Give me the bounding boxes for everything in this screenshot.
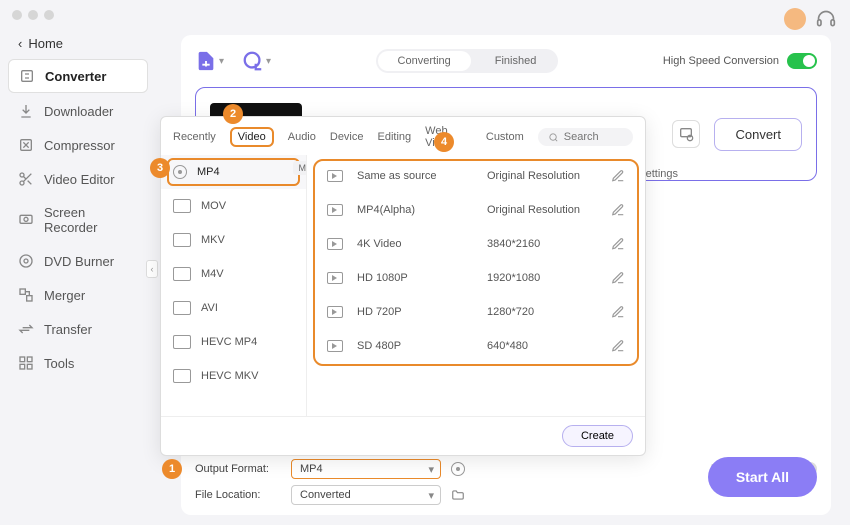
output-format-select[interactable]: MP4 [291, 459, 441, 479]
edit-icon[interactable] [611, 271, 625, 285]
start-all-button[interactable]: Start All [708, 457, 817, 497]
home-label: Home [28, 36, 63, 51]
format-icon [173, 335, 191, 349]
mp4-badge: MP4 [293, 161, 307, 175]
preset-icon [678, 126, 694, 142]
sidebar-collapse[interactable]: ‹ [146, 260, 158, 278]
support-icon[interactable] [816, 9, 836, 29]
edit-icon[interactable] [611, 339, 625, 353]
sidebar-item-converter[interactable]: Converter [8, 59, 148, 93]
converter-icon [19, 68, 35, 84]
callout-4: 4 [434, 132, 454, 152]
sidebar-item-merger[interactable]: Merger [8, 279, 148, 311]
chevron-down-icon: ▾ [266, 56, 271, 67]
format-icon [173, 301, 191, 315]
edit-icon[interactable] [611, 237, 625, 251]
resolution-480p[interactable]: SD 480P640*480 [313, 329, 639, 363]
add-url-button[interactable]: ▾ [242, 50, 271, 72]
add-file-button[interactable]: ▾ [195, 50, 224, 72]
convert-button[interactable]: Convert [714, 118, 802, 151]
window-controls[interactable] [12, 10, 54, 20]
format-mp4[interactable]: MP4MP4 [161, 155, 306, 189]
format-mov[interactable]: MOV [161, 189, 306, 223]
sidebar-item-compressor[interactable]: Compressor [8, 129, 148, 161]
target-icon [173, 165, 187, 179]
sidebar-item-screen-recorder[interactable]: Screen Recorder [8, 197, 148, 243]
compressor-icon [18, 137, 34, 153]
grid-icon [18, 355, 34, 371]
play-icon [327, 170, 343, 182]
tab-device[interactable]: Device [330, 131, 364, 143]
callout-2: 2 [223, 104, 243, 124]
play-icon [327, 306, 343, 318]
format-icon [173, 233, 191, 247]
format-hevc-mp4[interactable]: HEVC MP4 [161, 325, 306, 359]
edit-icon[interactable] [611, 305, 625, 319]
format-icon [173, 199, 191, 213]
format-hevc-mkv[interactable]: HEVC MKV [161, 359, 306, 393]
file-location-select[interactable]: Converted [291, 485, 441, 505]
format-popup: Recently Video Audio Device Editing Web … [160, 116, 646, 456]
high-speed-toggle[interactable] [787, 53, 817, 69]
format-icon [173, 267, 191, 281]
target-icon[interactable] [451, 462, 465, 476]
preset-settings-button[interactable] [672, 120, 700, 148]
sidebar-item-transfer[interactable]: Transfer [8, 313, 148, 345]
format-mkv[interactable]: MKV [161, 223, 306, 257]
segment-converting[interactable]: Converting [378, 51, 471, 71]
format-icon [173, 369, 191, 383]
chevron-down-icon: ▾ [219, 56, 224, 67]
format-m4v[interactable]: M4V [161, 257, 306, 291]
play-icon [327, 272, 343, 284]
chevron-left-icon: ‹ [18, 36, 22, 51]
edit-icon[interactable] [611, 203, 625, 217]
resolution-4k[interactable]: 4K Video3840*2160 [313, 227, 639, 261]
file-location-label: File Location: [195, 489, 281, 501]
resolution-1080p[interactable]: HD 1080P1920*1080 [313, 261, 639, 295]
edit-icon[interactable] [611, 169, 625, 183]
tab-custom[interactable]: Custom [486, 131, 524, 143]
play-icon [327, 340, 343, 352]
search-input[interactable] [564, 131, 623, 143]
format-avi[interactable]: AVI [161, 291, 306, 325]
disc-icon [18, 253, 34, 269]
tab-recently[interactable]: Recently [173, 131, 216, 143]
search-icon [548, 132, 559, 143]
create-button[interactable]: Create [562, 425, 633, 447]
scissors-icon [18, 171, 34, 187]
resolution-mp4-alpha[interactable]: MP4(Alpha)Original Resolution [313, 193, 639, 227]
format-list: MP4MP4 MOV MKV M4V AVI HEVC MP4 HEVC MKV [161, 155, 307, 416]
sidebar-item-video-editor[interactable]: Video Editor [8, 163, 148, 195]
transfer-icon [18, 321, 34, 337]
play-icon [327, 238, 343, 250]
recorder-icon [18, 212, 34, 228]
sidebar-item-tools[interactable]: Tools [8, 347, 148, 379]
sidebar: ‹ Home Converter Downloader Compressor V… [8, 30, 148, 379]
resolution-same-as-source[interactable]: Same as sourceOriginal Resolution [313, 159, 639, 193]
segment-finished[interactable]: Finished [473, 49, 559, 73]
output-format-label: Output Format: [195, 463, 281, 475]
resolution-720p[interactable]: HD 720P1280*720 [313, 295, 639, 329]
status-segment: Converting Finished [376, 49, 559, 73]
avatar[interactable] [784, 8, 806, 30]
tab-audio[interactable]: Audio [288, 131, 316, 143]
back-home[interactable]: ‹ Home [8, 30, 148, 57]
high-speed-toggle-row: High Speed Conversion [663, 53, 817, 69]
popup-search[interactable] [538, 128, 633, 146]
tab-editing[interactable]: Editing [378, 131, 412, 143]
download-icon [18, 103, 34, 119]
sidebar-item-downloader[interactable]: Downloader [8, 95, 148, 127]
resolution-list: Same as sourceOriginal Resolution MP4(Al… [307, 155, 645, 416]
callout-3: 3 [150, 158, 170, 178]
callout-1: 1 [162, 459, 182, 479]
sidebar-item-dvd-burner[interactable]: DVD Burner [8, 245, 148, 277]
play-icon [327, 204, 343, 216]
tab-video[interactable]: Video [230, 127, 274, 147]
folder-icon[interactable] [451, 488, 465, 502]
merger-icon [18, 287, 34, 303]
